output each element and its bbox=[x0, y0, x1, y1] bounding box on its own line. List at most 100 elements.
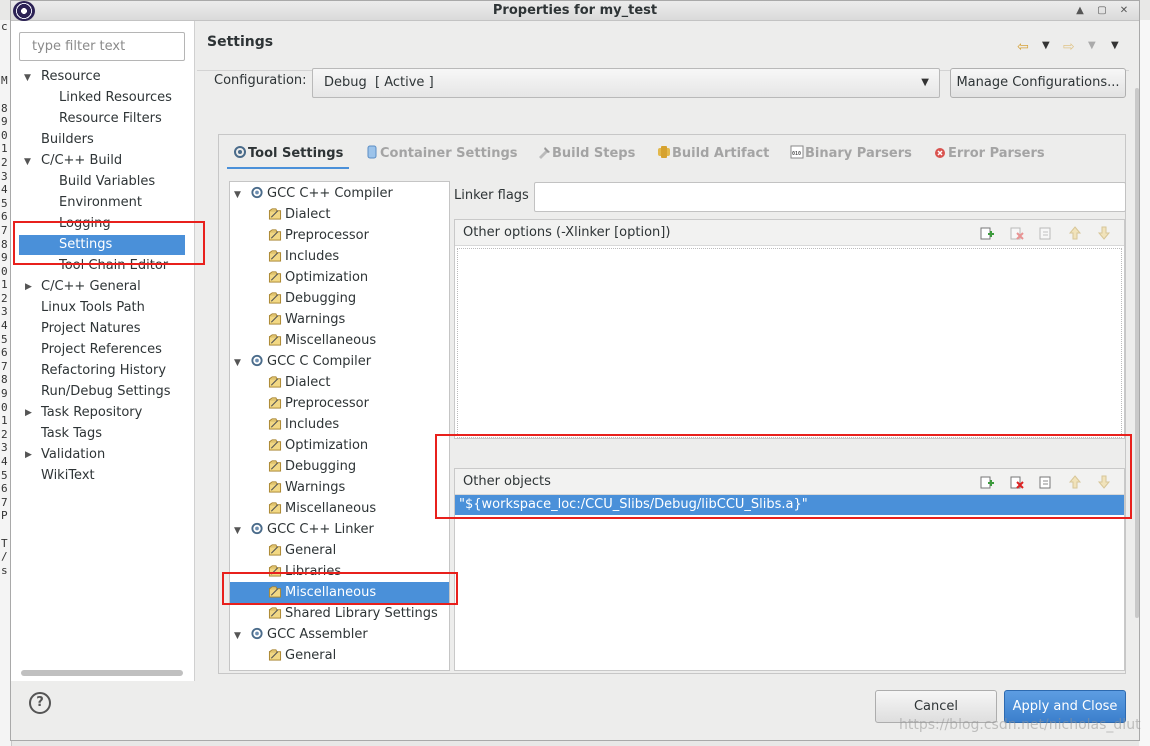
nav-item-linked-resources[interactable]: Linked Resources bbox=[59, 88, 172, 108]
tab-binary-parsers[interactable]: 010 Binary Parsers bbox=[790, 143, 912, 169]
tree-option-node[interactable]: Includes bbox=[268, 246, 339, 267]
up-icon[interactable]: ▲ bbox=[1071, 3, 1089, 19]
tool-gear-icon bbox=[251, 354, 263, 367]
vertical-scrollbar[interactable] bbox=[1135, 88, 1139, 618]
add-icon[interactable] bbox=[979, 225, 995, 241]
help-icon[interactable]: ? bbox=[29, 692, 51, 714]
tree-option-node[interactable]: Debugging bbox=[268, 288, 356, 309]
tree-option-node[interactable]: Preprocessor bbox=[268, 393, 369, 414]
collapsed-chevron-icon[interactable]: ▶ bbox=[25, 282, 35, 292]
configuration-select[interactable]: Debug [ Active ] ▼ bbox=[312, 68, 940, 98]
other-objects-list: Other objects "${workspace_loc:/CCU_Slib… bbox=[454, 468, 1125, 671]
other-options-body[interactable] bbox=[457, 248, 1122, 438]
other-object-item[interactable]: "${workspace_loc:/CCU_Slibs/Debug/libCCU… bbox=[455, 495, 1124, 515]
tree-node-label: Warnings bbox=[285, 312, 346, 327]
horizontal-scrollbar[interactable] bbox=[21, 670, 183, 676]
add-icon[interactable] bbox=[979, 474, 995, 490]
expanded-chevron-icon[interactable]: ▼ bbox=[24, 73, 34, 83]
tree-option-node[interactable]: Miscellaneous bbox=[230, 582, 449, 603]
other-options-toolbar bbox=[970, 225, 1112, 241]
tree-option-node[interactable]: Includes bbox=[268, 414, 339, 435]
other-objects-body[interactable]: "${workspace_loc:/CCU_Slibs/Debug/libCCU… bbox=[455, 495, 1124, 670]
move-down-icon[interactable] bbox=[1096, 474, 1112, 490]
tree-option-node[interactable]: Miscellaneous bbox=[268, 498, 376, 519]
nav-item-refactoring-history[interactable]: Refactoring History bbox=[41, 361, 166, 381]
delete-icon[interactable] bbox=[1009, 474, 1025, 490]
linker-misc-content: Linker flags Other options (-Xlinker [op… bbox=[453, 181, 1126, 671]
collapsed-chevron-icon[interactable]: ▶ bbox=[25, 450, 35, 460]
nav-item-cpp-general[interactable]: C/C++ General bbox=[41, 277, 141, 297]
tab-container-settings[interactable]: Container Settings bbox=[365, 143, 518, 169]
nav-item-settings[interactable]: Settings bbox=[19, 235, 185, 255]
tree-tool-node[interactable]: ▼ GCC Assembler bbox=[234, 624, 368, 645]
expanded-chevron-icon[interactable]: ▼ bbox=[234, 353, 246, 374]
forward-arrow-icon[interactable]: ⇨ bbox=[1063, 39, 1075, 55]
tree-option-node[interactable]: Warnings bbox=[268, 477, 345, 498]
tree-option-node[interactable]: Libraries bbox=[268, 561, 341, 582]
nav-item-validation[interactable]: Validation bbox=[41, 445, 105, 465]
tab-build-steps[interactable]: Build Steps bbox=[537, 143, 635, 169]
nav-item-linux-tools-path[interactable]: Linux Tools Path bbox=[41, 298, 145, 318]
tree-option-node[interactable]: Optimization bbox=[268, 435, 368, 456]
linker-flags-label: Linker flags bbox=[454, 188, 529, 203]
option-folder-icon bbox=[268, 481, 282, 493]
tree-tool-node[interactable]: ▼ GCC C++ Compiler bbox=[234, 183, 393, 204]
nav-item-resource[interactable]: Resource bbox=[41, 67, 101, 87]
expanded-chevron-icon[interactable]: ▼ bbox=[24, 157, 34, 167]
tree-node-label: Includes bbox=[285, 417, 340, 432]
filter-input[interactable] bbox=[19, 32, 185, 61]
tab-error-parsers[interactable]: Error Parsers bbox=[933, 143, 1045, 169]
edit-icon[interactable] bbox=[1038, 474, 1054, 490]
nav-item-logging[interactable]: Logging bbox=[59, 214, 111, 234]
expanded-chevron-icon[interactable]: ▼ bbox=[234, 521, 246, 542]
nav-item-resource-filters[interactable]: Resource Filters bbox=[59, 109, 162, 129]
view-menu-chevron-icon[interactable]: ▼ bbox=[1111, 40, 1119, 51]
move-up-icon[interactable] bbox=[1067, 474, 1083, 490]
tree-tool-node[interactable]: ▼ GCC C++ Linker bbox=[234, 519, 374, 540]
tree-option-node[interactable]: Dialect bbox=[268, 372, 330, 393]
nav-item-project-references[interactable]: Project References bbox=[41, 340, 162, 360]
tree-option-node[interactable]: Dialect bbox=[268, 204, 330, 225]
tree-option-node[interactable]: General bbox=[268, 645, 336, 666]
edit-icon[interactable] bbox=[1038, 225, 1054, 241]
nav-item-task-tags[interactable]: Task Tags bbox=[41, 424, 102, 444]
move-up-icon[interactable] bbox=[1067, 225, 1083, 241]
manage-configurations-button[interactable]: Manage Configurations... bbox=[950, 68, 1126, 98]
tree-option-node[interactable]: Shared Library Settings bbox=[268, 603, 438, 624]
tree-option-node[interactable]: Warnings bbox=[268, 309, 345, 330]
tree-option-node[interactable]: Optimization bbox=[268, 267, 368, 288]
nav-item-task-repository[interactable]: Task Repository bbox=[41, 403, 142, 423]
nav-item-cpp-build[interactable]: C/C++ Build bbox=[41, 151, 122, 171]
nav-item-build-variables[interactable]: Build Variables bbox=[59, 172, 155, 192]
forward-menu-chevron-icon[interactable]: ▼ bbox=[1088, 40, 1096, 51]
tree-tool-node[interactable]: ▼ GCC C Compiler bbox=[234, 351, 371, 372]
nav-item-wikitext[interactable]: WikiText bbox=[41, 466, 95, 486]
tab-build-artifact[interactable]: Build Artifact bbox=[657, 143, 769, 169]
tree-option-node[interactable]: Debugging bbox=[268, 456, 356, 477]
tab-tool-settings[interactable]: Tool Settings bbox=[227, 143, 350, 169]
close-icon[interactable]: ✕ bbox=[1115, 3, 1133, 19]
tree-option-node[interactable]: Preprocessor bbox=[268, 225, 369, 246]
tab-label: Error Parsers bbox=[948, 146, 1045, 161]
tree-option-node[interactable]: General bbox=[268, 540, 336, 561]
tree-node-label: General bbox=[285, 648, 337, 663]
nav-item-environment[interactable]: Environment bbox=[59, 193, 142, 213]
move-down-icon[interactable] bbox=[1096, 225, 1112, 241]
other-options-header: Other options (-Xlinker [option]) bbox=[455, 220, 1124, 246]
linker-flags-input[interactable] bbox=[534, 182, 1126, 212]
expanded-chevron-icon[interactable]: ▼ bbox=[234, 185, 246, 206]
collapsed-chevron-icon[interactable]: ▶ bbox=[25, 408, 35, 418]
restore-icon[interactable]: ▢ bbox=[1093, 3, 1111, 19]
tool-gear-icon bbox=[251, 627, 263, 640]
back-arrow-icon[interactable]: ⇦ bbox=[1017, 39, 1029, 55]
window-title: Properties for my_test bbox=[492, 3, 658, 18]
nav-item-builders[interactable]: Builders bbox=[41, 130, 94, 150]
nav-item-tool-chain-editor[interactable]: Tool Chain Editor bbox=[59, 256, 168, 276]
nav-item-project-natures[interactable]: Project Natures bbox=[41, 319, 140, 339]
back-menu-chevron-icon[interactable]: ▼ bbox=[1042, 40, 1050, 51]
delete-icon[interactable] bbox=[1009, 225, 1025, 241]
expanded-chevron-icon[interactable]: ▼ bbox=[234, 626, 246, 647]
nav-item-run-debug-settings[interactable]: Run/Debug Settings bbox=[41, 382, 171, 402]
tree-option-node[interactable]: Miscellaneous bbox=[268, 330, 376, 351]
option-folder-icon bbox=[268, 460, 282, 472]
